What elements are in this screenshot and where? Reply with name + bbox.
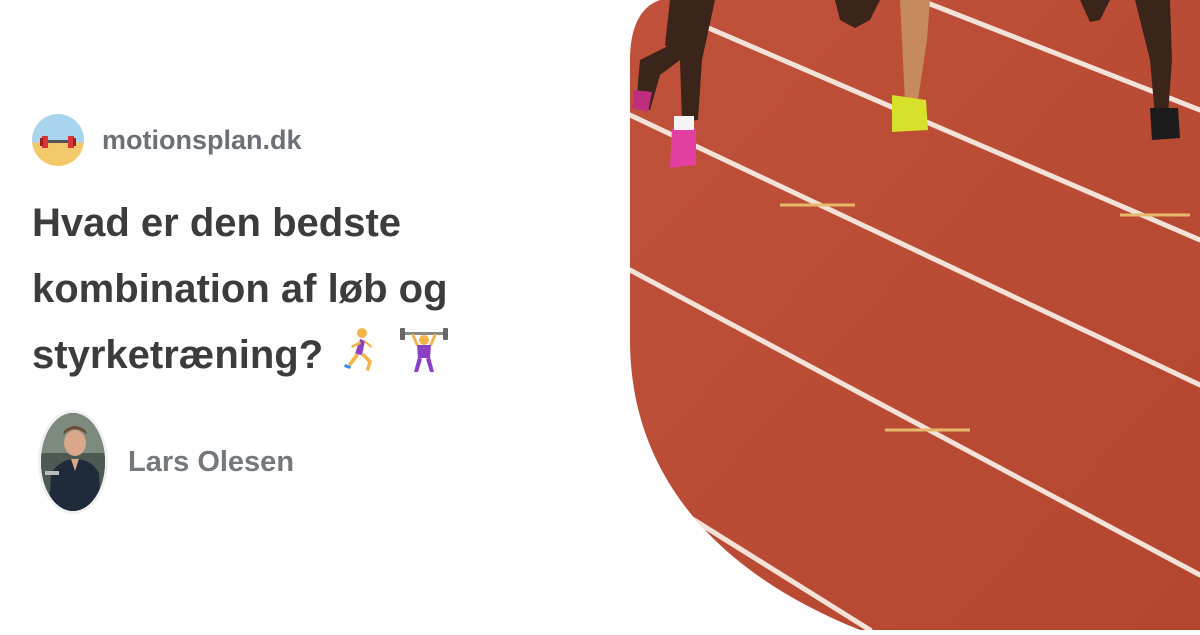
author-name: Lars Olesen [128, 445, 295, 478]
share-card-content: motionsplan.dk Hvad er den bedste kombin… [32, 0, 592, 630]
title-line-3: styrketræning? [32, 333, 324, 377]
author-avatar [38, 410, 108, 514]
dumbbell-icon [32, 114, 84, 166]
site-brand[interactable]: motionsplan.dk [32, 114, 302, 166]
article-title[interactable]: Hvad er den bedste kombination af løb og… [32, 190, 592, 394]
running-track-photo [630, 0, 1200, 630]
woman-running-icon [340, 326, 380, 394]
title-line-1: Hvad er den bedste [32, 201, 402, 245]
site-name: motionsplan.dk [102, 124, 302, 155]
woman-lifting-weights-icon [397, 326, 451, 394]
author-byline[interactable]: Lars Olesen [38, 410, 294, 514]
title-line-2: kombination af løb og [32, 267, 448, 311]
